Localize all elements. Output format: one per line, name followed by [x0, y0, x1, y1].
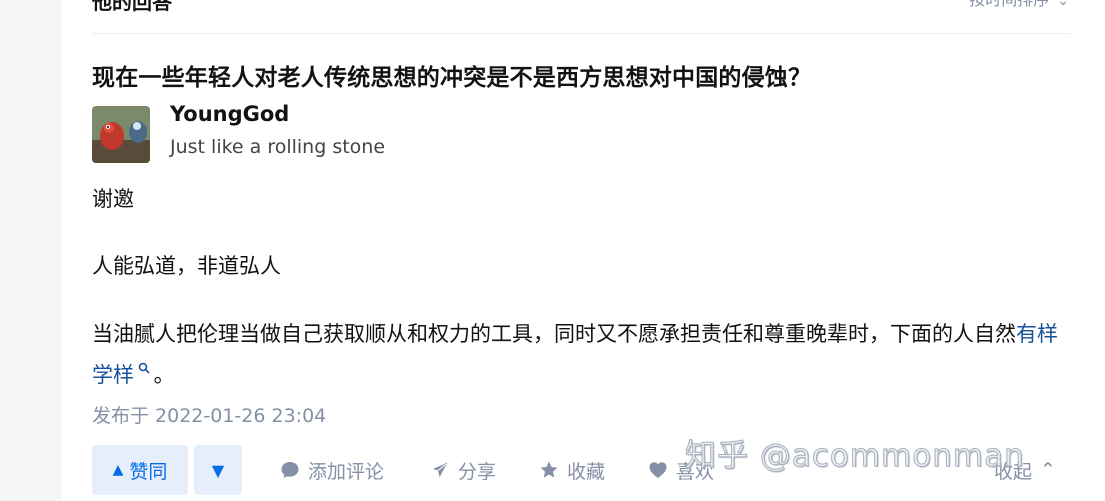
share-label: 分享 — [458, 460, 497, 483]
paper-plane-icon — [430, 460, 450, 480]
downvote-button[interactable]: ▼ — [194, 445, 242, 495]
favorite-button[interactable]: 收藏 — [539, 445, 605, 495]
answer-paragraph: 谢邀 — [92, 187, 134, 211]
upvote-button[interactable]: ▲ 赞同 — [92, 445, 188, 495]
like-button[interactable]: 喜欢 — [648, 445, 714, 495]
sort-label: 按时间排序 — [969, 0, 1049, 9]
paragraph-text: 。 — [153, 363, 175, 387]
avatar-image — [92, 106, 150, 163]
section-title: 他的回答 — [92, 0, 172, 14]
search-icon — [134, 362, 154, 377]
chevron-up-icon: ⌃ — [1040, 459, 1056, 481]
collapse-label: 收起 — [994, 460, 1033, 483]
collapse-button[interactable]: 收起 ⌃ — [994, 445, 1056, 495]
chevron-down-icon: ⌄ — [1057, 0, 1069, 9]
answer-paragraph: 人能弘道，非道弘人 — [92, 254, 281, 278]
answer-paragraph: 当油腻人把伦理当做自己获取顺从和权力的工具，同时又不愿承担责任和尊重晚辈时，下面… — [92, 316, 1072, 393]
comment-icon — [281, 462, 299, 478]
sort-toggle[interactable]: 按时间排序 ⌄ — [969, 0, 1069, 10]
divider — [92, 33, 1071, 34]
like-label: 喜欢 — [676, 460, 715, 483]
paragraph-text: 当油腻人把伦理当做自己获取顺从和权力的工具，同时又不愿承担责任和尊重晚辈时，下面… — [92, 322, 1016, 346]
publish-time[interactable]: 发布于 2022-01-26 23:04 — [92, 401, 326, 428]
star-icon — [540, 461, 558, 478]
triangle-down-icon: ▼ — [211, 460, 225, 480]
favorite-label: 收藏 — [567, 460, 606, 483]
author-bio: Just like a rolling stone — [170, 136, 386, 158]
heart-icon — [649, 462, 667, 478]
upvote-label: 赞同 — [129, 460, 168, 483]
comment-button[interactable]: 添加评论 — [280, 445, 384, 495]
avatar[interactable] — [92, 106, 150, 163]
triangle-up-icon: ▲ — [112, 462, 124, 478]
action-bar: ▲ 赞同 ▼ 添加评论 分享 收藏 喜欢 收起 ⌃ — [92, 445, 1082, 495]
author-name[interactable]: YoungGod — [170, 102, 289, 126]
comment-label: 添加评论 — [308, 460, 385, 483]
question-title[interactable]: 现在一些年轻人对老人传统思想的冲突是不是西方思想对中国的侵蚀？ — [92, 58, 811, 92]
share-button[interactable]: 分享 — [430, 445, 496, 495]
answer-card: 他的回答 按时间排序 ⌄ 现在一些年轻人对老人传统思想的冲突是不是西方思想对中国的… — [62, 0, 1105, 501]
